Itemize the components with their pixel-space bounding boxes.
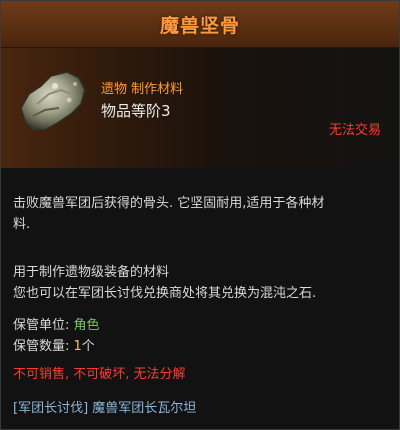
usage-line: 您也可以在军团长讨伐兑换商处将其兑换为混沌之石. <box>13 286 317 301</box>
item-usage: 用于制作遗物级装备的材料 您也可以在军团长讨伐兑换商处将其兑换为混沌之石. <box>13 262 389 304</box>
item-source: [军团长讨伐] 魔兽军团长瓦尔坦 <box>13 401 197 416</box>
bone-material-icon <box>20 71 86 131</box>
trade-status: 无法交易 <box>328 123 381 138</box>
storage-count-value: 1 <box>73 339 82 354</box>
item-header: 遗物 制作材料 物品等阶3 <box>1 48 399 168</box>
item-name: 魔兽坚骨 <box>159 14 240 37</box>
item-tooltip: 魔兽坚骨 遗物 制作材料 物品等阶3 无法交易 击败魔兽军团后获得的骨头. 它坚… <box>0 0 400 430</box>
description-line: 击败魔兽军团后获得的骨头. 它坚固耐用,适用于各种材 <box>13 196 325 211</box>
tooltip-title-bar: 魔兽坚骨 <box>1 1 399 48</box>
storage-info: 保管单位: 角色 保管数量: 1个 <box>13 315 100 357</box>
storage-unit-label: 保管单位: <box>13 318 74 333</box>
storage-unit-value: 角色 <box>73 318 100 333</box>
usage-line: 用于制作遗物级装备的材料 <box>13 265 170 280</box>
description-line: 料. <box>13 217 31 232</box>
item-grade: 物品等阶3 <box>101 102 171 120</box>
item-restrictions: 不可销售, 不可破坏, 无法分解 <box>13 367 186 382</box>
storage-unit-row: 保管单位: 角色 <box>13 315 100 336</box>
storage-count-label: 保管数量: <box>13 339 74 354</box>
item-description: 击败魔兽军团后获得的骨头. 它坚固耐用,适用于各种材 料. <box>13 193 389 235</box>
storage-count-suffix: 个 <box>81 339 95 354</box>
storage-count-row: 保管数量: 1个 <box>13 336 100 357</box>
item-type: 遗物 制作材料 <box>101 82 184 97</box>
